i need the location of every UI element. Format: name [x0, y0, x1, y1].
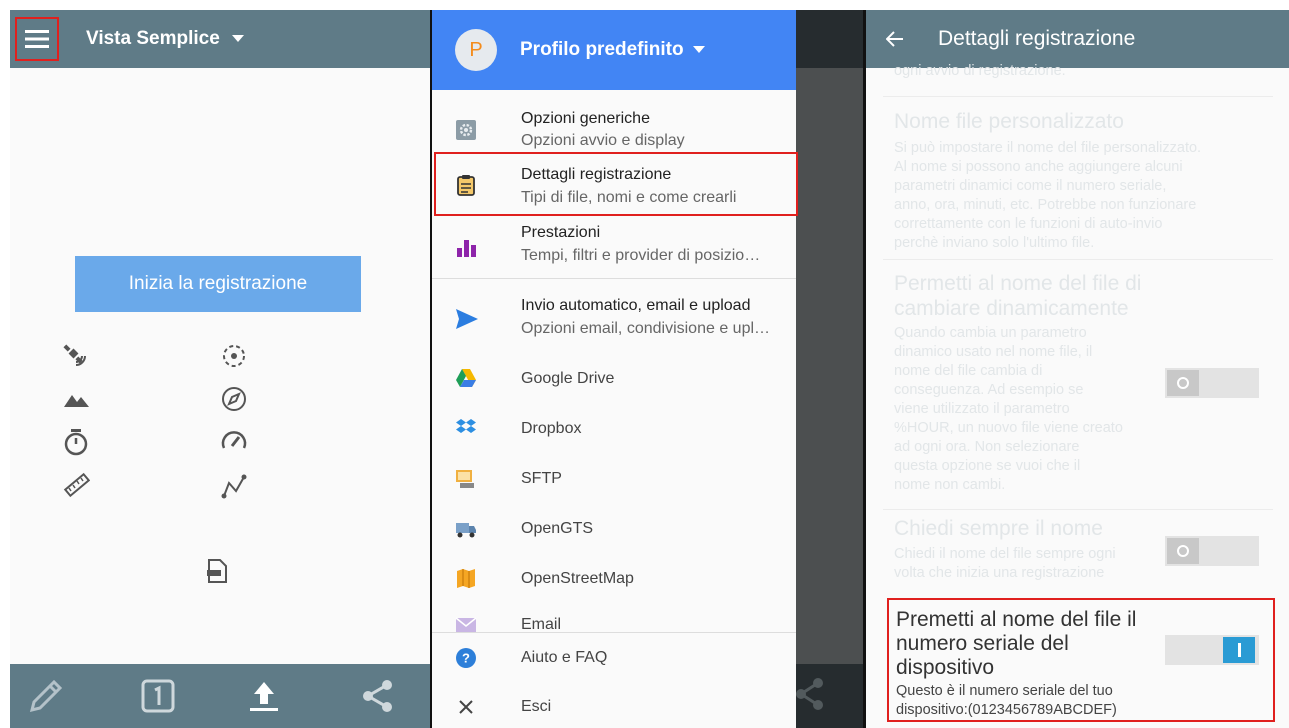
- setting-description: Quando cambia un parametro: [894, 325, 1087, 341]
- drawer-item-label: Dropbox: [521, 420, 582, 437]
- drawer-divider: [432, 278, 796, 279]
- setting-description: Chiedi il nome del file sempre ogni: [894, 546, 1116, 562]
- file-icon: [207, 559, 227, 583]
- altitude-icon: [64, 395, 89, 407]
- setting-description: parametri dinamici come il numero serial…: [894, 178, 1167, 194]
- drawer-item-dropbox[interactable]: Dropbox: [432, 404, 796, 454]
- top-app-bar: Vista Semplice: [10, 10, 430, 68]
- view-selector-title[interactable]: Vista Semplice: [86, 28, 220, 50]
- ruler-icon: [63, 472, 90, 498]
- drawer-item-title: Invio automatico, email e upload: [521, 297, 751, 314]
- drawer-item-subtitle: Tempi, filtri e provider di posizio…: [521, 247, 761, 264]
- drawer-item-opengts[interactable]: OpenGTS: [432, 504, 796, 554]
- drawer-item-subtitle: Opzioni email, condivisione e upl…: [521, 320, 771, 337]
- toggle-knob: [1165, 536, 1201, 566]
- divider: [883, 259, 1273, 260]
- timer-icon: [64, 429, 88, 456]
- screenshot-root: Vista Semplice Inizia la registrazione P…: [0, 0, 1289, 728]
- setting-description: nome non cambi.: [894, 477, 1006, 493]
- drawer-item-sftp[interactable]: SFTP: [432, 454, 796, 504]
- drawer-item-openstreetmap[interactable]: OpenStreetMap: [432, 554, 796, 604]
- drawer-item-label: Google Drive: [521, 370, 615, 387]
- setting-description: perchè inviano solo l'ultimo file.: [894, 235, 1095, 251]
- menu-icon: [25, 30, 49, 48]
- setting-title: Permetti al nome del file di: [894, 272, 1142, 295]
- share-icon[interactable]: [360, 678, 396, 714]
- bar-chart-icon: [457, 240, 476, 257]
- start-logging-button[interactable]: Inizia la registrazione: [75, 256, 361, 312]
- setting-title: cambiare dinamicamente: [894, 297, 1129, 320]
- toggle-knob: [1165, 368, 1201, 398]
- drawer-item-exit[interactable]: Esci: [432, 682, 796, 728]
- drawer-item-label: SFTP: [521, 470, 562, 487]
- settings-icon: [456, 120, 476, 140]
- profile-avatar: P: [455, 29, 497, 71]
- drawer-item-subtitle: Opzioni avvio e display: [521, 132, 685, 149]
- drawer-item-performance[interactable]: Prestazioni Tempi, filtri e provider di …: [432, 216, 796, 276]
- map-icon: [457, 569, 475, 588]
- drawer-item-label: Esci: [521, 698, 552, 715]
- drawer-item-label: OpenStreetMap: [521, 570, 634, 587]
- setting-description: viene utilizzato il parametro: [894, 401, 1070, 417]
- drawer-item-title: Opzioni generiche: [521, 110, 650, 127]
- truck-icon: [456, 523, 476, 538]
- send-icon: [456, 309, 478, 329]
- compass-icon: [222, 387, 246, 411]
- gps-fix-icon: [223, 345, 245, 367]
- drawer-item-help[interactable]: ? Aiuto e FAQ: [432, 632, 796, 682]
- chevron-down-icon[interactable]: [692, 46, 705, 54]
- highlight-box: [887, 598, 1275, 722]
- setting-description: Al nome si possono anche aggiungere alcu…: [894, 159, 1183, 175]
- drawer-item-auto-send[interactable]: Invio automatico, email e upload Opzioni…: [432, 290, 796, 352]
- setting-title: Nome file personalizzato: [894, 110, 1124, 133]
- google-drive-icon: [456, 369, 476, 387]
- setting-description: correttamente con le funzioni di auto-in…: [894, 216, 1163, 232]
- setting-description: anno, ora, minuti, etc. Potrebbe non fun…: [894, 197, 1197, 213]
- hamburger-menu-button[interactable]: [15, 17, 59, 61]
- svg-text:?: ?: [462, 651, 470, 666]
- logging-details-screen: Dettagli registrazione ogni avvio di reg…: [866, 10, 1289, 728]
- drawer-item-label: Aiuto e FAQ: [521, 649, 608, 666]
- top-app-bar: Dettagli registrazione: [866, 10, 1289, 68]
- chevron-down-icon[interactable]: [231, 35, 244, 43]
- route-icon: [221, 474, 247, 499]
- setting-description: ad ogni ora. Non selezionare: [894, 439, 1080, 455]
- drawer-item-google-drive[interactable]: Google Drive: [432, 354, 796, 404]
- satellite-icon: [63, 344, 86, 366]
- setting-description: %HOUR, un nuovo file viene creato: [894, 420, 1123, 436]
- setting-description: nome del file cambia di: [894, 363, 1043, 379]
- pencil-icon[interactable]: [28, 678, 64, 714]
- close-icon: [459, 700, 473, 714]
- navigation-drawer: P Profilo predefinito Opzioni generiche …: [432, 10, 796, 728]
- setting-title: Chiedi sempre il nome: [894, 517, 1103, 540]
- setting-description: questa opzione se vuoi che il: [894, 458, 1081, 474]
- ask-filename-toggle[interactable]: [1165, 536, 1259, 566]
- dynamic-filename-toggle[interactable]: [1165, 368, 1259, 398]
- setting-description: volta che inizia una registrazione: [894, 565, 1105, 581]
- sftp-icon: [456, 470, 474, 488]
- drawer-item-label: OpenGTS: [521, 520, 594, 537]
- drawer-item-title: Prestazioni: [521, 224, 601, 241]
- setting-description: dinamico usato nel nome file, il: [894, 344, 1093, 360]
- speedometer-icon: [221, 431, 247, 449]
- cut-off-text: ogni avvio di registrazione.: [894, 63, 1066, 79]
- help-icon: ?: [456, 648, 476, 668]
- profile-selector-title[interactable]: Profilo predefinito: [520, 39, 684, 61]
- divider: [883, 509, 1273, 510]
- highlight-box: [434, 152, 798, 216]
- share-icon: [796, 678, 823, 710]
- upload-icon[interactable]: [246, 678, 282, 714]
- page-title: Dettagli registrazione: [938, 27, 1136, 50]
- setting-description: Si può impostare il nome del file person…: [894, 140, 1202, 156]
- arrow-back-icon[interactable]: [886, 31, 904, 47]
- bottom-toolbar: [10, 664, 430, 728]
- drawer-header[interactable]: P Profilo predefinito: [432, 10, 796, 90]
- simple-view-screen: Vista Semplice Inizia la registrazione: [10, 10, 430, 728]
- dropbox-icon: [456, 419, 476, 433]
- divider: [883, 96, 1273, 97]
- setting-description: conseguenza. Ad esempio se: [894, 382, 1084, 398]
- one-icon[interactable]: [140, 678, 176, 714]
- drawer-item-general-options[interactable]: Opzioni generiche Opzioni avvio e displa…: [432, 102, 796, 158]
